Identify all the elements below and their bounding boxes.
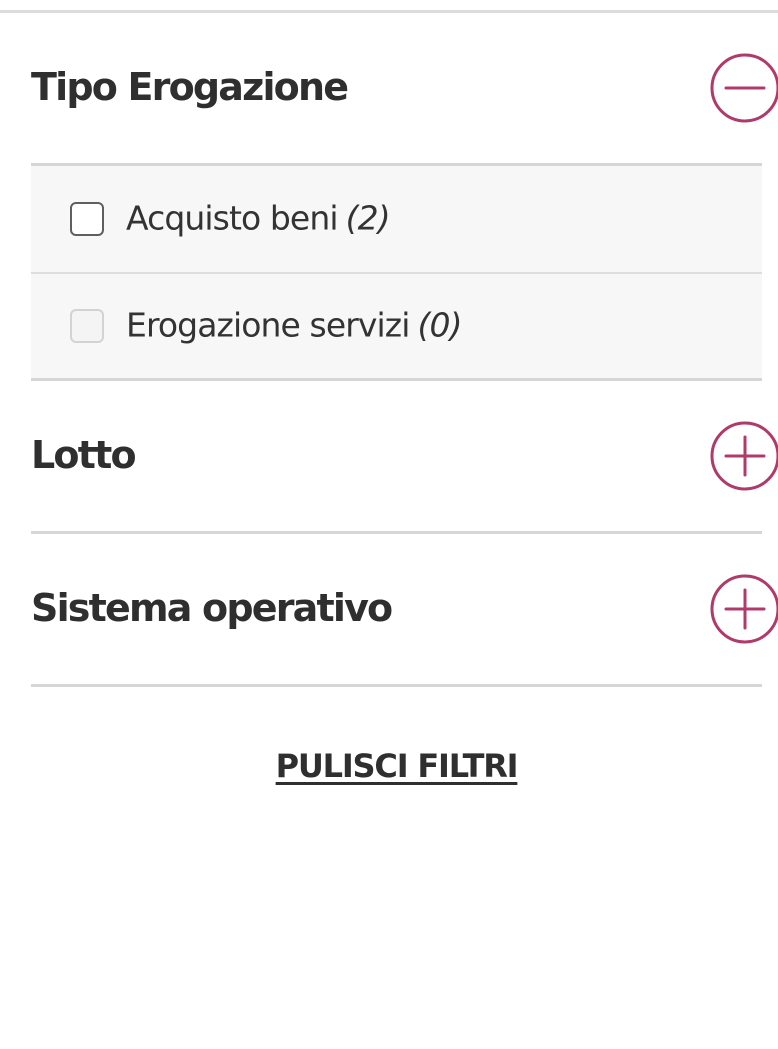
clear-filters-link[interactable]: PULISCI FILTRI: [276, 747, 519, 785]
clear-filters-container: PULISCI FILTRI: [31, 747, 762, 785]
option-label: Acquisto beni (2): [126, 198, 391, 238]
filter-section-tipo-erogazione[interactable]: Tipo Erogazione: [31, 13, 778, 166]
plus-circle-icon[interactable]: [709, 573, 778, 645]
option-label: Erogazione servizi (0): [126, 305, 463, 345]
section-title: Tipo Erogazione: [31, 65, 349, 110]
option-count: (0): [417, 305, 463, 345]
section-title: Sistema operativo: [31, 586, 393, 631]
filter-panel: Tipo Erogazione Acquisto beni (2) Erogazi…: [31, 13, 778, 785]
filter-section-lotto[interactable]: Lotto: [31, 381, 778, 534]
filter-option-erogazione-servizi: Erogazione servizi (0): [31, 272, 762, 378]
plus-circle-icon[interactable]: [709, 420, 778, 492]
section-title: Lotto: [31, 433, 137, 478]
option-count: (2): [345, 198, 391, 238]
minus-circle-icon[interactable]: [709, 52, 778, 124]
checkbox-disabled: [70, 309, 104, 343]
checkbox[interactable]: [70, 202, 104, 236]
filter-section-sistema-operativo[interactable]: Sistema operativo: [31, 534, 778, 687]
filter-options-list: Acquisto beni (2) Erogazione servizi (0): [31, 166, 762, 381]
filter-option-acquisto-beni[interactable]: Acquisto beni (2): [31, 166, 762, 272]
